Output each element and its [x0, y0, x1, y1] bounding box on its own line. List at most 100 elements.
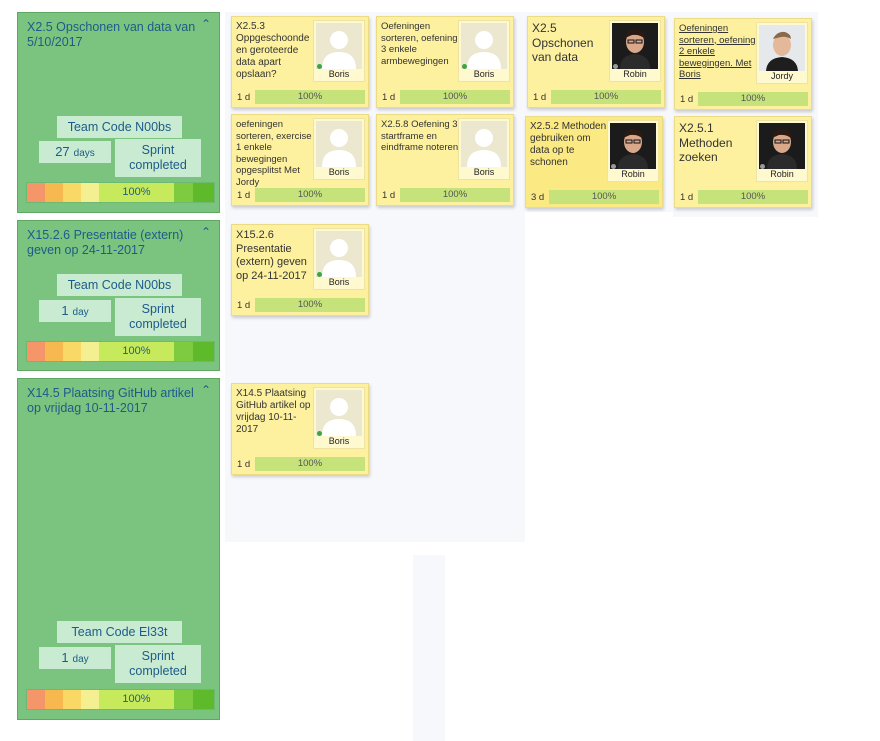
days-remaining: 27 days	[39, 141, 111, 163]
story-title[interactable]: X15.2.6 Presentatie (extern) geven op 24…	[27, 228, 199, 258]
progress-segment	[193, 183, 214, 202]
team-code-badge: Team Code N00bs	[57, 274, 182, 296]
estimate: 1 d	[680, 93, 694, 105]
task-card[interactable]: X14.5 Plaatsing GitHub artikel op vrijda…	[231, 383, 369, 475]
days-number: 1	[61, 650, 69, 665]
progress-segment	[45, 342, 63, 361]
task-card[interactable]: X2.5.3 Oppgeschoonde en geroteerde data …	[231, 16, 369, 108]
progress-segment	[81, 342, 99, 361]
assignee-avatar[interactable]: Jordy	[756, 22, 808, 84]
team-code-badge: Team Code El33t	[57, 621, 182, 643]
progress-segment	[174, 183, 193, 202]
assignee-name: Boris	[328, 277, 350, 287]
card-footer: 1 d 100%	[235, 90, 365, 104]
progress-label: 100%	[99, 690, 174, 709]
estimate: 1 d	[237, 91, 251, 103]
robin-avatar-photo	[612, 23, 658, 69]
collapse-chevron-icon[interactable]: ⌃	[201, 383, 211, 397]
progress-segment	[27, 183, 45, 202]
progress-segment	[174, 342, 193, 361]
estimate: 1 d	[382, 91, 396, 103]
estimate: 1 d	[237, 299, 251, 311]
task-progress: 100%	[698, 190, 808, 204]
assignee-name: Boris	[328, 69, 350, 79]
task-title-link[interactable]: Oefeningen sorteren, oefening 2 enkele b…	[679, 23, 759, 81]
task-card[interactable]: X15.2.6 Presentatie (extern) geven op 24…	[231, 224, 369, 316]
story-panel[interactable]: X15.2.6 Presentatie (extern) geven op 24…	[17, 220, 220, 371]
story-panel[interactable]: X14.5 Plaatsing GitHub artikel op vrijda…	[17, 378, 220, 720]
progress-segment	[174, 690, 193, 709]
column-background	[413, 555, 445, 741]
task-card[interactable]: Oefeningen sorteren, oefening 2 enkele b…	[674, 18, 812, 110]
assignee-avatar[interactable]: Robin	[609, 20, 661, 82]
task-progress: 100%	[255, 188, 365, 202]
placeholder-avatar-icon	[316, 231, 362, 277]
task-title: X2.5.8 Oefening 3 startframe en eindfram…	[381, 119, 459, 153]
assignee-avatar[interactable]: Robin	[607, 120, 659, 182]
assignee-name: Boris	[473, 167, 495, 177]
days-unit: day	[72, 654, 89, 665]
task-card[interactable]: oefeningen sorteren, exercise 1 enkele b…	[231, 114, 369, 206]
task-title: Oefeningen sorteren, oefening 3 enkele a…	[381, 21, 458, 67]
task-card[interactable]: X2.5.2 Methoden gebruiken om data op te …	[525, 116, 663, 208]
progress-segment	[81, 183, 99, 202]
progress-segment	[193, 342, 214, 361]
assignee-avatar[interactable]: Boris	[313, 387, 365, 449]
progress-segment	[81, 690, 99, 709]
story-progress-bar: 100%	[26, 689, 215, 710]
team-code-badge: Team Code N00bs	[57, 116, 182, 138]
days-remaining: 1 day	[39, 647, 111, 669]
days-unit: day	[72, 307, 89, 318]
sprint-status: Sprint completed	[115, 139, 201, 177]
task-title: X2.5 Opschonen van data	[532, 21, 594, 64]
task-progress: 100%	[255, 457, 365, 471]
placeholder-avatar-icon	[316, 121, 362, 167]
task-card[interactable]: X2.5 Opschonen van data Robin 1 d 100%	[527, 16, 665, 108]
progress-segment	[63, 183, 81, 202]
assignee-avatar[interactable]: Boris	[458, 118, 510, 180]
sprint-status: Sprint completed	[115, 645, 201, 683]
collapse-chevron-icon[interactable]: ⌃	[201, 17, 211, 31]
assignee-avatar[interactable]: Boris	[458, 20, 510, 82]
task-title: oefeningen sorteren, exercise 1 enkele b…	[236, 119, 312, 188]
days-remaining: 1 day	[39, 300, 111, 322]
assignee-avatar[interactable]: Boris	[313, 20, 365, 82]
progress-segment	[45, 690, 63, 709]
assignee-name: Jordy	[770, 71, 793, 81]
days-number: 27	[55, 144, 70, 159]
card-footer: 1 d 100%	[380, 188, 510, 202]
progress-label: 100%	[99, 342, 174, 361]
assignee-avatar[interactable]: Robin	[756, 120, 808, 182]
assignee-avatar[interactable]: Boris	[313, 228, 365, 290]
story-title[interactable]: X14.5 Plaatsing GitHub artikel op vrijda…	[27, 386, 199, 416]
estimate: 1 d	[533, 91, 547, 103]
collapse-chevron-icon[interactable]: ⌃	[201, 225, 211, 239]
progress-label: 100%	[99, 183, 174, 202]
task-progress: 100%	[698, 92, 808, 106]
task-progress: 100%	[400, 90, 510, 104]
assignee-name: Boris	[328, 436, 350, 446]
assignee-avatar[interactable]: Boris	[313, 118, 365, 180]
story-title[interactable]: X2.5 Opschonen van data van 5/10/2017	[27, 20, 199, 50]
placeholder-avatar-icon	[316, 23, 362, 69]
story-panel[interactable]: X2.5 Opschonen van data van 5/10/2017 ⌃ …	[17, 12, 220, 213]
placeholder-avatar-icon	[461, 23, 507, 69]
robin-avatar-photo	[610, 123, 656, 169]
assignee-name: Robin	[621, 169, 645, 179]
estimate: 1 d	[237, 458, 251, 470]
jordy-avatar-photo	[759, 25, 805, 71]
progress-segment	[63, 342, 81, 361]
card-footer: 1 d 100%	[380, 90, 510, 104]
task-card[interactable]: X2.5.8 Oefening 3 startframe en eindfram…	[376, 114, 514, 206]
task-card[interactable]: Oefeningen sorteren, oefening 3 enkele a…	[376, 16, 514, 108]
robin-avatar-photo	[759, 123, 805, 169]
placeholder-avatar-icon	[316, 390, 362, 436]
progress-segment	[27, 690, 45, 709]
estimate: 1 d	[680, 191, 694, 203]
progress-segment	[193, 690, 214, 709]
card-footer: 1 d 100%	[678, 92, 808, 106]
task-progress: 100%	[255, 298, 365, 312]
task-progress: 100%	[549, 190, 659, 204]
task-card[interactable]: X2.5.1 Methoden zoeken Robin 1 d 100%	[674, 116, 812, 208]
assignee-name: Robin	[623, 69, 647, 79]
